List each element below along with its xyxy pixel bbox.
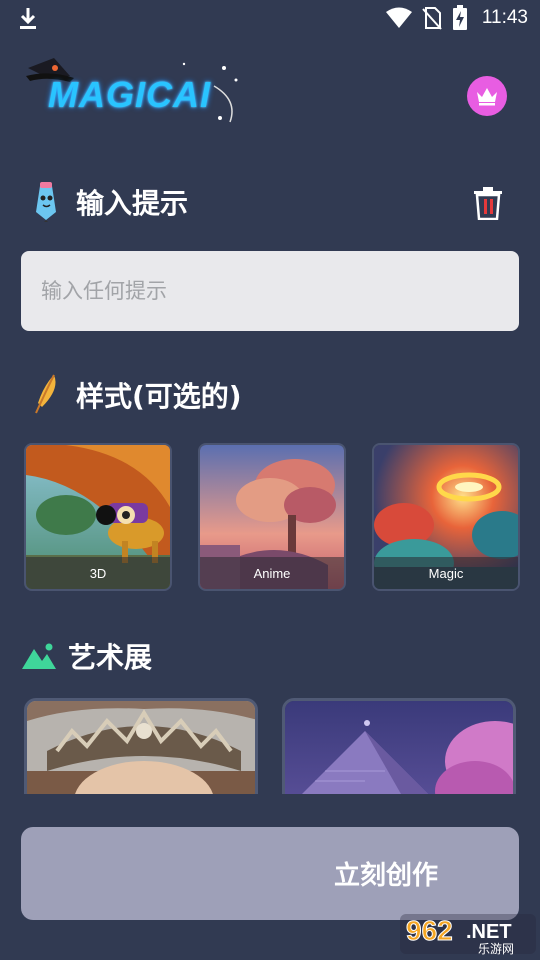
gallery-section-header: 艺术展: [22, 636, 152, 676]
create-now-button[interactable]: 立刻创作: [21, 827, 519, 920]
logo-text: MAGICAI: [48, 74, 211, 115]
wifi-icon: [385, 7, 412, 28]
svg-text:962: 962: [406, 915, 453, 946]
crown-icon: [477, 88, 497, 106]
gallery-section-title: 艺术展: [68, 641, 153, 674]
watermark-logo: 962 .NET 乐游网: [400, 910, 536, 956]
prompt-input[interactable]: [21, 251, 519, 331]
trash-icon[interactable]: [472, 186, 504, 220]
battery-charging-icon: [452, 5, 467, 30]
gallery-card[interactable]: [24, 698, 258, 794]
style-card-3d[interactable]: 3D: [24, 443, 172, 591]
app-logo: MAGICAI: [24, 56, 254, 136]
gallery-card[interactable]: [282, 698, 516, 794]
style-section-title: 样式(可选的): [76, 380, 242, 413]
style-card-anime[interactable]: Anime: [198, 443, 346, 591]
style-label: 3D: [26, 557, 170, 589]
status-time: 11:43: [481, 7, 528, 28]
gallery-grid[interactable]: [0, 695, 540, 794]
pencil-mascot-icon: [36, 182, 56, 222]
watermark-graphic: 962 .NET 乐游网: [400, 914, 536, 956]
style-label: Anime: [200, 557, 344, 589]
feather-icon: [35, 374, 56, 414]
mountain-icon: [22, 643, 56, 669]
download-icon: [20, 8, 36, 29]
status-bar: 11:43: [0, 0, 540, 36]
prompt-section-header: 输入提示: [30, 182, 188, 222]
gallery-image-crown: [27, 701, 255, 794]
svg-text:乐游网: 乐游网: [478, 942, 514, 956]
style-section-header: 样式(可选的): [30, 373, 242, 417]
prompt-section-title: 输入提示: [76, 187, 189, 220]
premium-button[interactable]: [467, 76, 507, 116]
style-card-magic[interactable]: Magic: [372, 443, 520, 591]
svg-text:.NET: .NET: [466, 921, 512, 943]
no-sim-icon: [422, 7, 442, 30]
style-label: Magic: [374, 557, 518, 589]
gallery-image-pyramid: [285, 701, 513, 794]
